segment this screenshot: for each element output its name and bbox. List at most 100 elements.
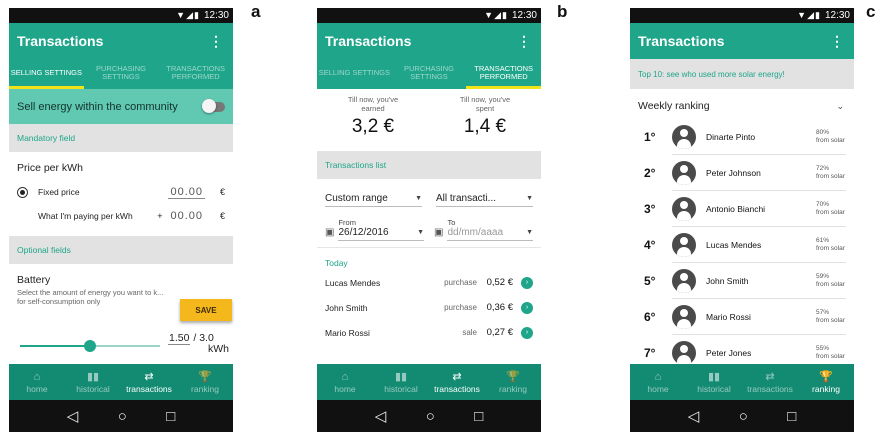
caret-down-icon: ▼ <box>526 229 533 236</box>
tx-type: purchase <box>444 278 477 287</box>
panel-letter-b: b <box>557 2 568 21</box>
swap-arrows-icon: ⇄ <box>144 370 154 383</box>
status-bar: ▼◢▮ 12:30 <box>317 8 541 23</box>
nav-transactions[interactable]: ⇄ transactions <box>429 364 485 400</box>
nav-transactions[interactable]: ⇄ transactions <box>121 364 177 400</box>
ranking-row[interactable]: 5° John Smith 59% from solar <box>630 263 854 299</box>
rank-suffix: from solar <box>816 352 845 360</box>
fixed-price-radio[interactable] <box>17 186 28 198</box>
more-vert-icon[interactable]: ⋮ <box>209 34 223 48</box>
chevron-right-icon[interactable]: › <box>521 301 533 314</box>
tab-purchasing-settings[interactable]: PURCHASING SETTINGS <box>84 59 159 89</box>
tab-transactions-performed[interactable]: TRANSACTIONS PERFORMED <box>466 59 541 89</box>
tab-selling-settings[interactable]: SELLING SETTINGS <box>317 59 392 89</box>
optional-section-header: Optional fields <box>9 236 233 264</box>
paying-row: What I'm paying per kWh + 00.00 € <box>9 204 233 228</box>
chevron-right-icon[interactable]: › <box>521 326 533 339</box>
transaction-row[interactable]: John Smith purchase 0,36 € › <box>317 295 541 320</box>
nav-historical[interactable]: ▮▮ historical <box>65 364 121 400</box>
rank-suffix: from solar <box>816 244 845 252</box>
phone-transactions-performed: ▼◢▮ 12:30 Transactions ⋮ SELLING SETTING… <box>317 8 541 432</box>
top10-banner: Top 10: see who used more solar energy! <box>630 59 854 89</box>
recent-apps-icon[interactable]: □ <box>474 408 483 425</box>
home-circle-icon[interactable]: ○ <box>739 408 748 425</box>
nav-home-label: home <box>334 383 356 394</box>
more-vert-icon[interactable]: ⋮ <box>517 34 531 48</box>
nav-historical-label: historical <box>76 383 110 394</box>
tab-purchasing-settings[interactable]: PURCHASING SETTINGS <box>392 59 467 89</box>
tx-name: Lucas Mendes <box>325 277 381 288</box>
home-circle-icon[interactable]: ○ <box>118 408 127 425</box>
nav-home[interactable]: ⌂ home <box>630 364 686 400</box>
rank-position: 4° <box>644 238 656 252</box>
bottom-nav: ⌂ home ▮▮ historical ⇄ transactions 🏆 rankin… <box>9 364 233 400</box>
back-icon[interactable]: ◁ <box>688 407 700 425</box>
home-icon: ⌂ <box>33 370 41 383</box>
nav-ranking[interactable]: 🏆 ranking <box>798 364 854 400</box>
phone-ranking: ▼◢▮ 12:30 Transactions ⋮ Top 10: see who… <box>630 8 854 432</box>
bottom-nav: ⌂ home ▮▮ historical ⇄ transactions 🏆 rankin… <box>630 364 854 400</box>
phone-selling-settings: ▼◢▮ 12:30 Transactions ⋮ SELLING SETTING… <box>9 8 233 432</box>
avatar-icon <box>672 268 696 293</box>
rank-name: Lucas Mendes <box>706 239 762 250</box>
rank-position: 3° <box>644 202 656 216</box>
tx-amount: 0,27 € <box>486 327 513 338</box>
nav-ranking[interactable]: 🏆 ranking <box>177 364 233 400</box>
ranking-row[interactable]: 4° Lucas Mendes 61% from solar <box>630 227 854 263</box>
ranking-row[interactable]: 2° Peter Johnson 72% from solar <box>630 155 854 191</box>
bottom-nav: ⌂ home ▮▮ historical ⇄ transactions 🏆 rankin… <box>317 364 541 400</box>
caret-down-icon: ▼ <box>415 195 422 202</box>
back-icon[interactable]: ◁ <box>375 407 387 425</box>
battery-slider[interactable] <box>20 340 160 352</box>
tx-amount: 0,36 € <box>486 302 513 313</box>
transaction-row[interactable]: Mario Rossi sale 0,27 € › <box>317 320 541 345</box>
spent-value: 1,4 € <box>463 116 507 137</box>
battery-slider-knob[interactable] <box>84 340 96 352</box>
panel-letter-a: a <box>251 2 261 21</box>
nav-home[interactable]: ⌂ home <box>9 364 65 400</box>
rank-name: Peter Jones <box>706 347 752 358</box>
battery-title: Battery <box>17 274 51 286</box>
recent-apps-icon[interactable]: □ <box>166 408 175 425</box>
ranking-row[interactable]: 1° Dinarte Pinto 80% from solar <box>630 119 854 155</box>
transactions-list-header: Transactions list <box>317 151 541 179</box>
rank-suffix: from solar <box>816 280 845 288</box>
status-time: 12:30 <box>824 10 850 21</box>
back-icon[interactable]: ◁ <box>67 407 79 425</box>
tab-transactions-performed[interactable]: TRANSACTIONS PERFORMED <box>158 59 233 89</box>
more-vert-icon[interactable]: ⋮ <box>830 34 844 48</box>
nav-transactions[interactable]: ⇄ transactions <box>742 364 798 400</box>
home-circle-icon[interactable]: ○ <box>426 408 435 425</box>
ranking-row[interactable]: 3° Antonio Bianchi 70% from solar <box>630 191 854 227</box>
from-date-field[interactable]: ▣ From 26/12/2016 ▼ <box>325 218 424 241</box>
nav-home[interactable]: ⌂ home <box>317 364 373 400</box>
rank-suffix: from solar <box>816 316 845 324</box>
nav-transactions-label: transactions <box>126 383 172 394</box>
to-date-field[interactable]: ▣ To dd/mm/aaaa ▼ <box>434 218 533 241</box>
rank-percent: 80% <box>816 129 830 136</box>
nav-home-label: home <box>26 383 48 394</box>
type-dropdown[interactable]: All transacti... ▼ <box>436 193 533 207</box>
trophy-icon: 🏆 <box>506 370 520 383</box>
transaction-row[interactable]: Lucas Mendes purchase 0,52 € › <box>317 270 541 295</box>
nav-historical[interactable]: ▮▮ historical <box>373 364 429 400</box>
paying-input[interactable]: 00.00 <box>168 210 205 222</box>
swap-arrows-icon: ⇄ <box>765 370 775 383</box>
nav-historical[interactable]: ▮▮ historical <box>686 364 742 400</box>
recent-apps-icon[interactable]: □ <box>787 408 796 425</box>
range-dropdown[interactable]: Custom range ▼ <box>325 193 422 207</box>
nav-ranking[interactable]: 🏆 ranking <box>485 364 541 400</box>
home-icon: ⌂ <box>341 370 349 383</box>
system-nav-bar: ◁ ○ □ <box>630 400 854 432</box>
sell-energy-toggle[interactable] <box>202 98 225 113</box>
tab-selling-settings[interactable]: SELLING SETTINGS <box>9 59 84 89</box>
fixed-price-input[interactable]: 00.00 <box>168 186 205 199</box>
rank-name: Peter Johnson <box>706 167 761 178</box>
weekly-ranking-dropdown[interactable]: Weekly ranking ⌄ <box>630 93 854 119</box>
rank-position: 1° <box>644 130 656 144</box>
chevron-right-icon[interactable]: › <box>521 276 533 289</box>
nav-home-label: home <box>647 383 669 394</box>
app-bar: Transactions ⋮ <box>317 23 541 59</box>
save-button[interactable]: SAVE <box>180 299 232 321</box>
ranking-row[interactable]: 6° Mario Rossi 57% from solar <box>630 299 854 335</box>
